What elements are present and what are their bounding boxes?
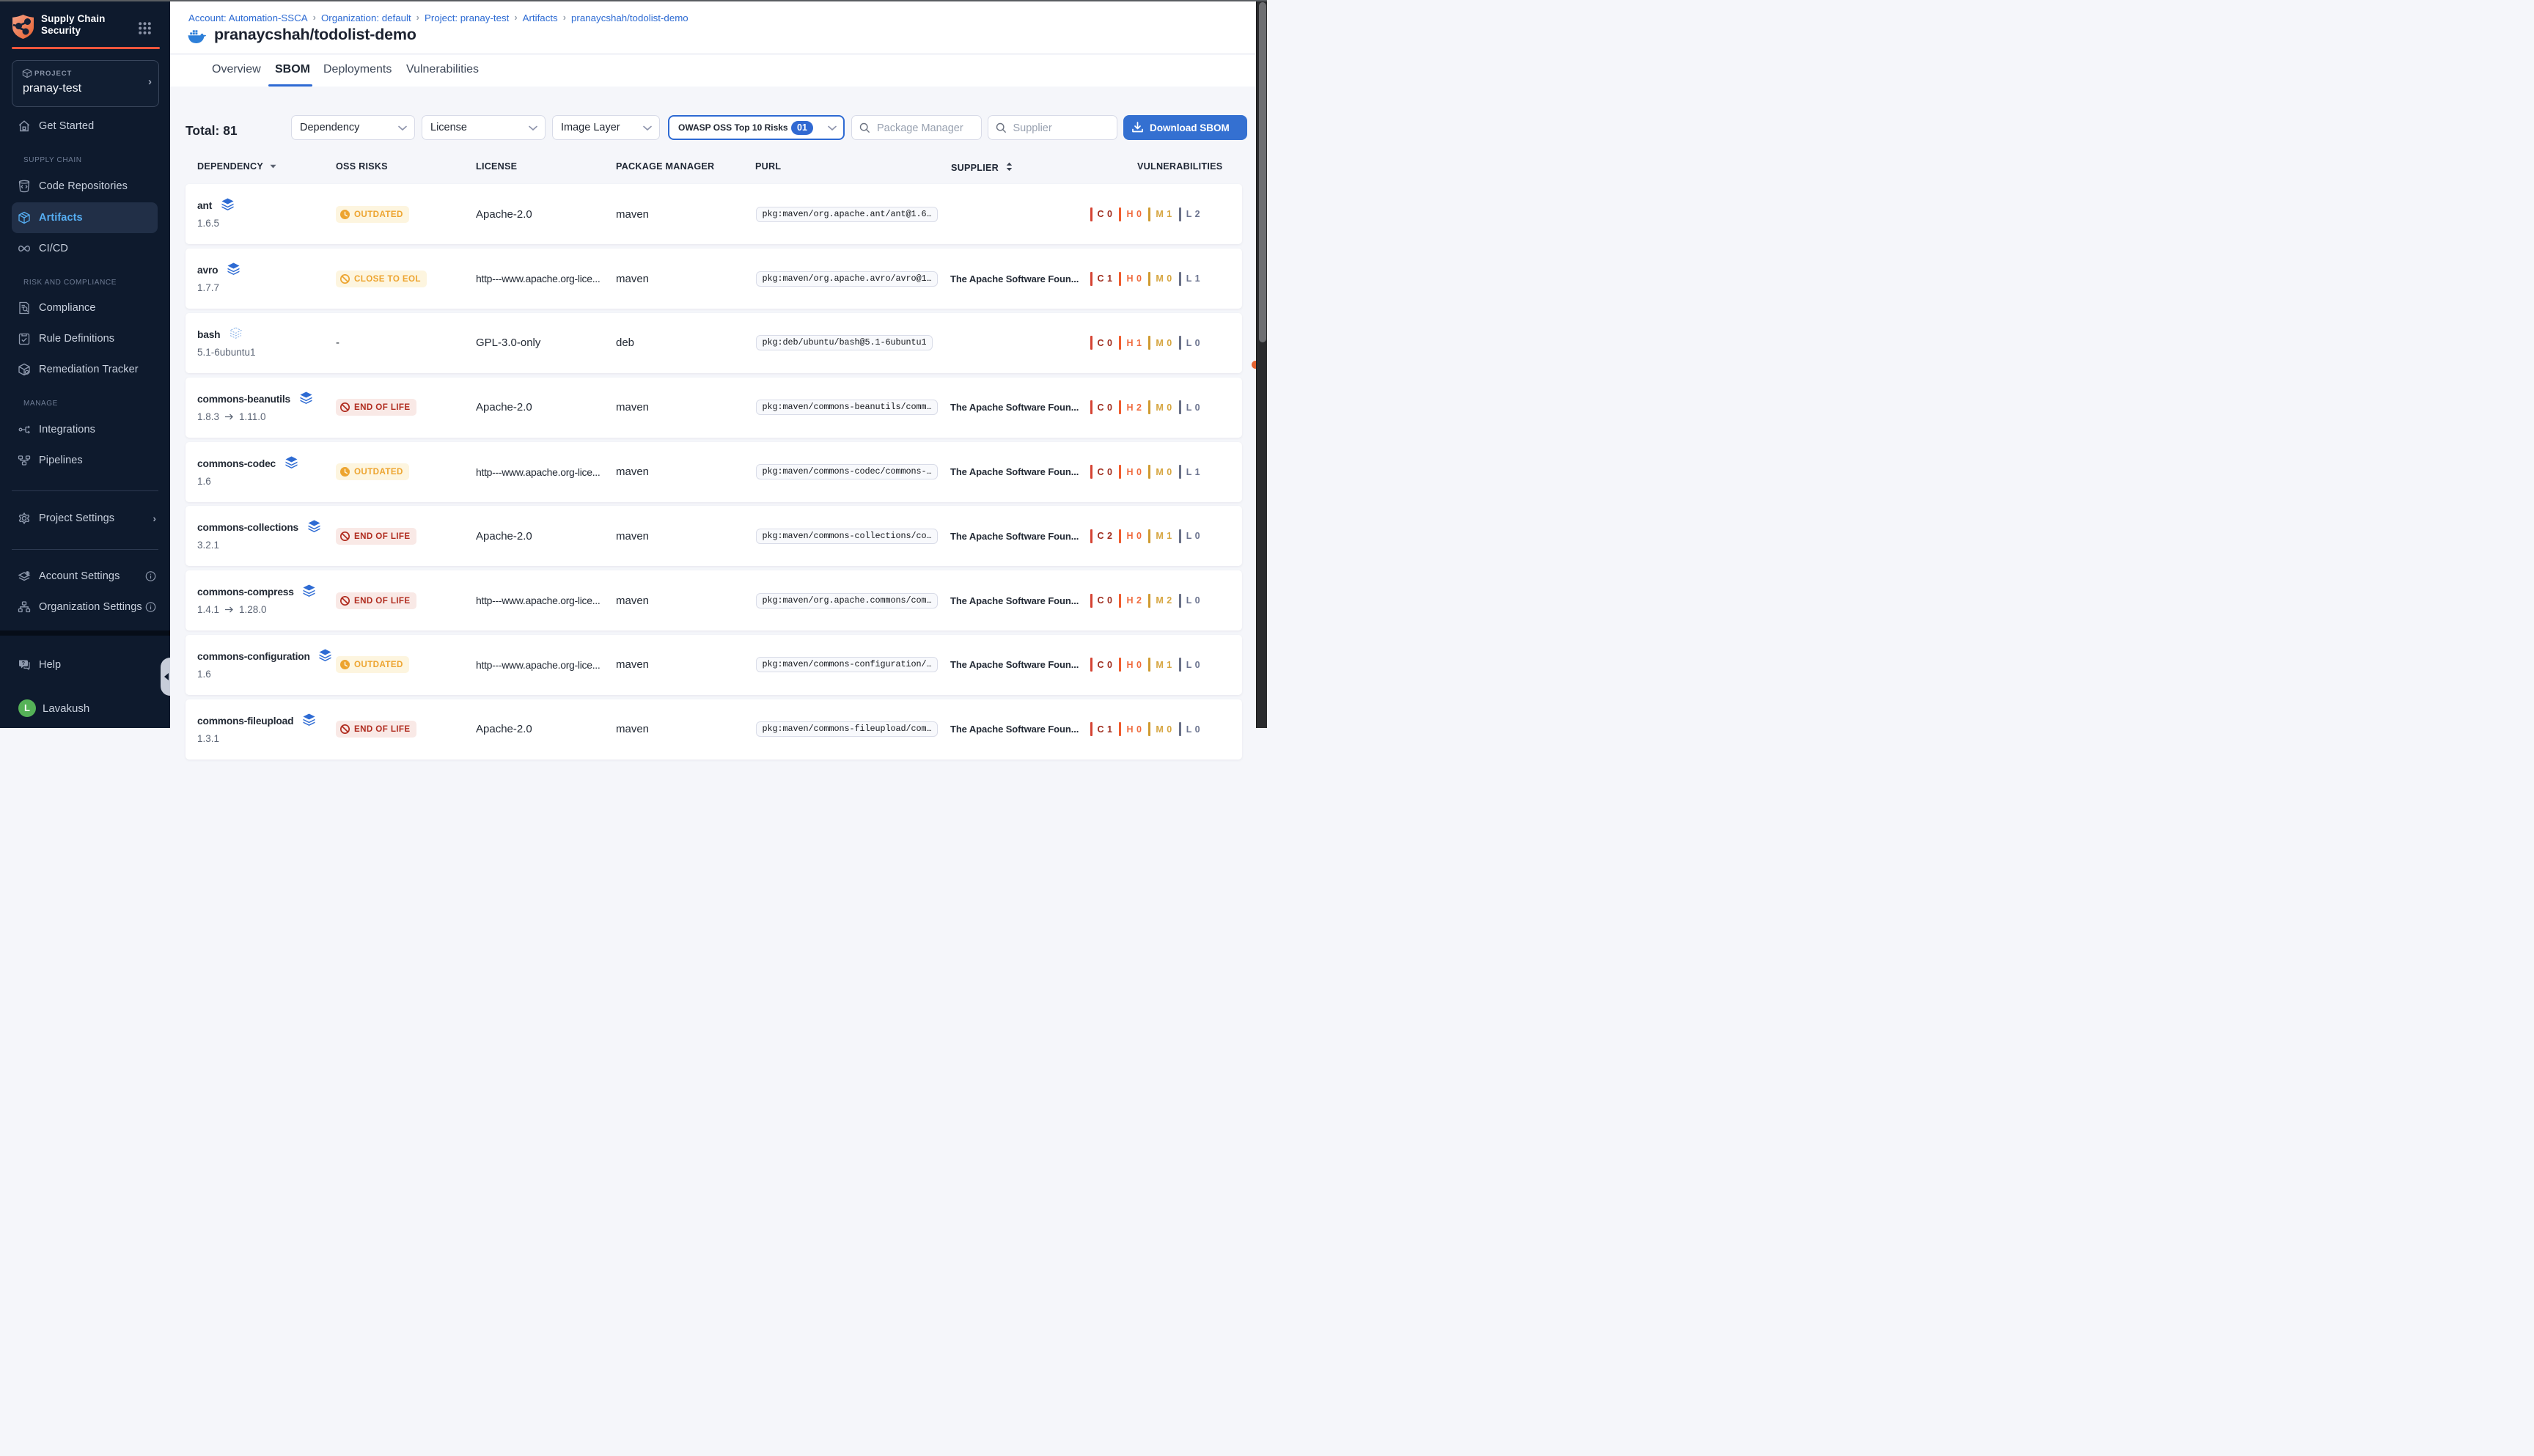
- svg-text:?: ?: [22, 660, 26, 666]
